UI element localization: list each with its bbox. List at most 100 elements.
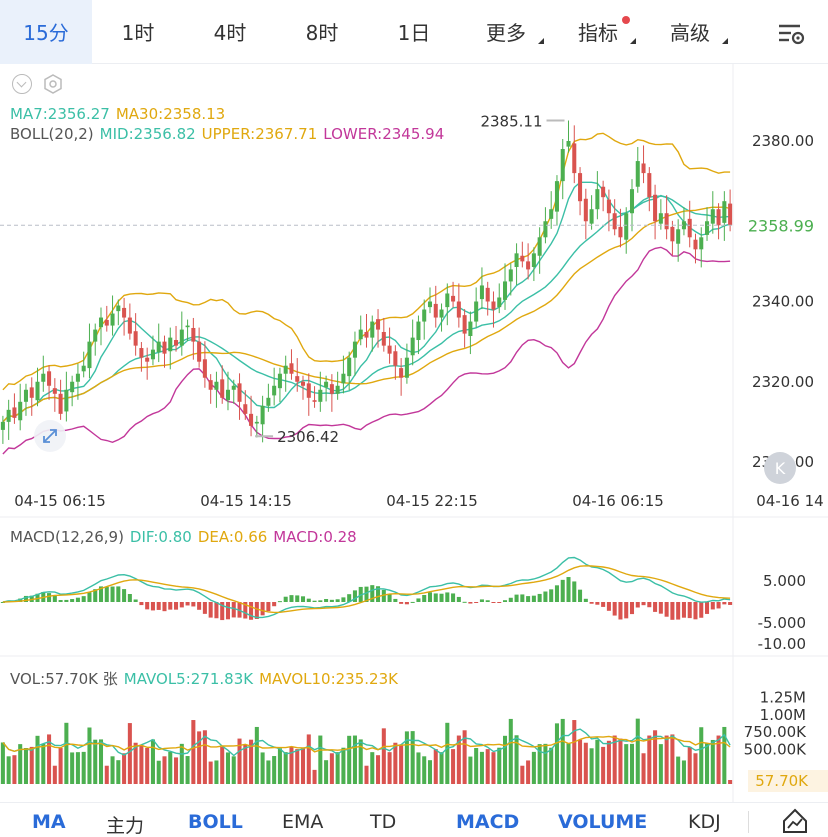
candle-body [214, 381, 219, 390]
tab-7[interactable]: 高级 [644, 0, 736, 64]
tab-label: 15分 [23, 21, 69, 45]
candle-body [416, 321, 421, 341]
dropdown-triangle-icon [538, 37, 544, 44]
volume-bar [474, 748, 479, 784]
candle-body [168, 337, 173, 352]
volume-bar [479, 751, 484, 784]
tab-2[interactable]: 4时 [184, 0, 276, 64]
tab-1[interactable]: 1时 [92, 0, 184, 64]
volume-bar [491, 752, 496, 784]
volume-bar [306, 734, 311, 784]
tab-6[interactable]: 指标 [552, 0, 644, 64]
macd-hist-bar [531, 595, 536, 602]
volume-bar [410, 731, 415, 784]
volume-bar [122, 753, 127, 784]
macd-hist-bar [728, 602, 733, 605]
indicator-tab-td[interactable]: TD [370, 811, 396, 833]
candle-body [410, 337, 415, 356]
candle-body [289, 363, 294, 374]
kline-chart-svg[interactable]: 2380.002360.002340.002320.002300.002358.… [0, 64, 828, 802]
macd-hist-bar [174, 602, 179, 610]
indicator-tab-kdj[interactable]: KDJ [688, 811, 721, 833]
macd-hist-bar [560, 579, 565, 602]
macd-hist-bar [595, 602, 600, 605]
tab-3[interactable]: 8时 [276, 0, 368, 64]
macd-hist-bar [624, 602, 629, 619]
candle-body [578, 173, 583, 202]
macd-hist-bar [283, 596, 288, 602]
dropdown-triangle-icon [722, 37, 728, 44]
macd-dea: DEA:0.66 [197, 528, 268, 546]
drawing-tool-icon[interactable] [782, 808, 808, 834]
tab-5[interactable]: 更多 [460, 0, 552, 64]
candle-body [589, 209, 594, 224]
macd-hist-bar [526, 596, 531, 602]
volume-bar [93, 739, 98, 784]
indicator-tab-ma[interactable]: MA [32, 811, 66, 833]
tab-4[interactable]: 1日 [368, 0, 460, 64]
candle-body [491, 301, 496, 310]
indicator-tab-volume[interactable]: VOLUME [558, 811, 647, 833]
macd-hist-bar [410, 601, 415, 603]
volume-bar [168, 751, 173, 784]
macd-tick-label: 5.000 [763, 572, 806, 590]
candle-body [664, 213, 669, 230]
volume-bar [52, 765, 57, 784]
volume-bar [352, 735, 357, 784]
main-indicator-legend: MA7:2356.27 MA30:2358.13 [10, 105, 231, 123]
macd-legend: MACD(12,26,9) DIF:0.80 DEA:0.66 MACD:0.28 [10, 528, 363, 546]
candle-body [462, 315, 467, 334]
candle-body [485, 287, 490, 302]
macd-hist-bar [710, 602, 715, 610]
candle-body [479, 285, 484, 300]
volume-bar [687, 746, 692, 784]
macd-hist-bar [497, 602, 502, 603]
macd-hist-bar [191, 602, 196, 607]
candle-body [641, 163, 646, 174]
candle-body [364, 331, 369, 338]
volume-bar [150, 739, 155, 784]
volume-bar [520, 765, 525, 784]
candle-body [122, 307, 127, 318]
candle-body [583, 198, 588, 222]
time-tick-label: 04-15 14:15 [200, 492, 292, 510]
expand-icon[interactable] [34, 420, 66, 452]
macd-hist-bar [693, 602, 698, 620]
timeframe-tabbar: 15分 1时 4时 8时 1日 更多 指标 高级 [0, 0, 828, 64]
macd-hist-bar [122, 589, 127, 602]
indicator-tab-主力[interactable]: 主力 [106, 811, 144, 837]
volume-bar [277, 748, 282, 784]
volume-current-label: 57.70K [755, 772, 809, 790]
volume-bar [283, 752, 288, 784]
candle-body [104, 319, 109, 326]
indicator-settings-icon[interactable] [42, 73, 64, 95]
indicator-tab-macd[interactable]: MACD [456, 811, 519, 833]
candle-body [174, 340, 179, 346]
volume-bar [35, 735, 40, 784]
volume-bar [324, 760, 329, 784]
indicator-tab-ema[interactable]: EMA [282, 811, 323, 833]
volume-bar [87, 727, 92, 784]
macd-hist-bar [618, 602, 623, 620]
candle-body [624, 213, 629, 240]
tab-0[interactable]: 15分 [0, 0, 92, 64]
candle-body [324, 381, 329, 388]
chart-area[interactable]: 2380.002360.002340.002320.002300.002358.… [0, 64, 828, 802]
macd-tick-label: -5.000 [758, 614, 806, 632]
candle-body [612, 213, 617, 230]
candle-body [243, 404, 248, 414]
chart-settings-icon[interactable] [776, 18, 806, 48]
indicator-tab-boll[interactable]: BOLL [188, 811, 243, 833]
candle-body [508, 269, 513, 282]
volume-tick-label: 1.00M [760, 706, 806, 724]
kline-reset-button[interactable]: K [764, 452, 796, 484]
candle-body [629, 189, 635, 214]
macd-hist-bar [399, 602, 404, 604]
divider [748, 811, 749, 833]
macd-hist-bar [208, 602, 213, 618]
candle-body [277, 373, 282, 389]
candle-body [705, 221, 710, 235]
macd-tick-label: -10.00 [758, 635, 806, 653]
tab-label: 1日 [397, 21, 431, 45]
collapse-chevron-icon[interactable] [12, 74, 32, 94]
